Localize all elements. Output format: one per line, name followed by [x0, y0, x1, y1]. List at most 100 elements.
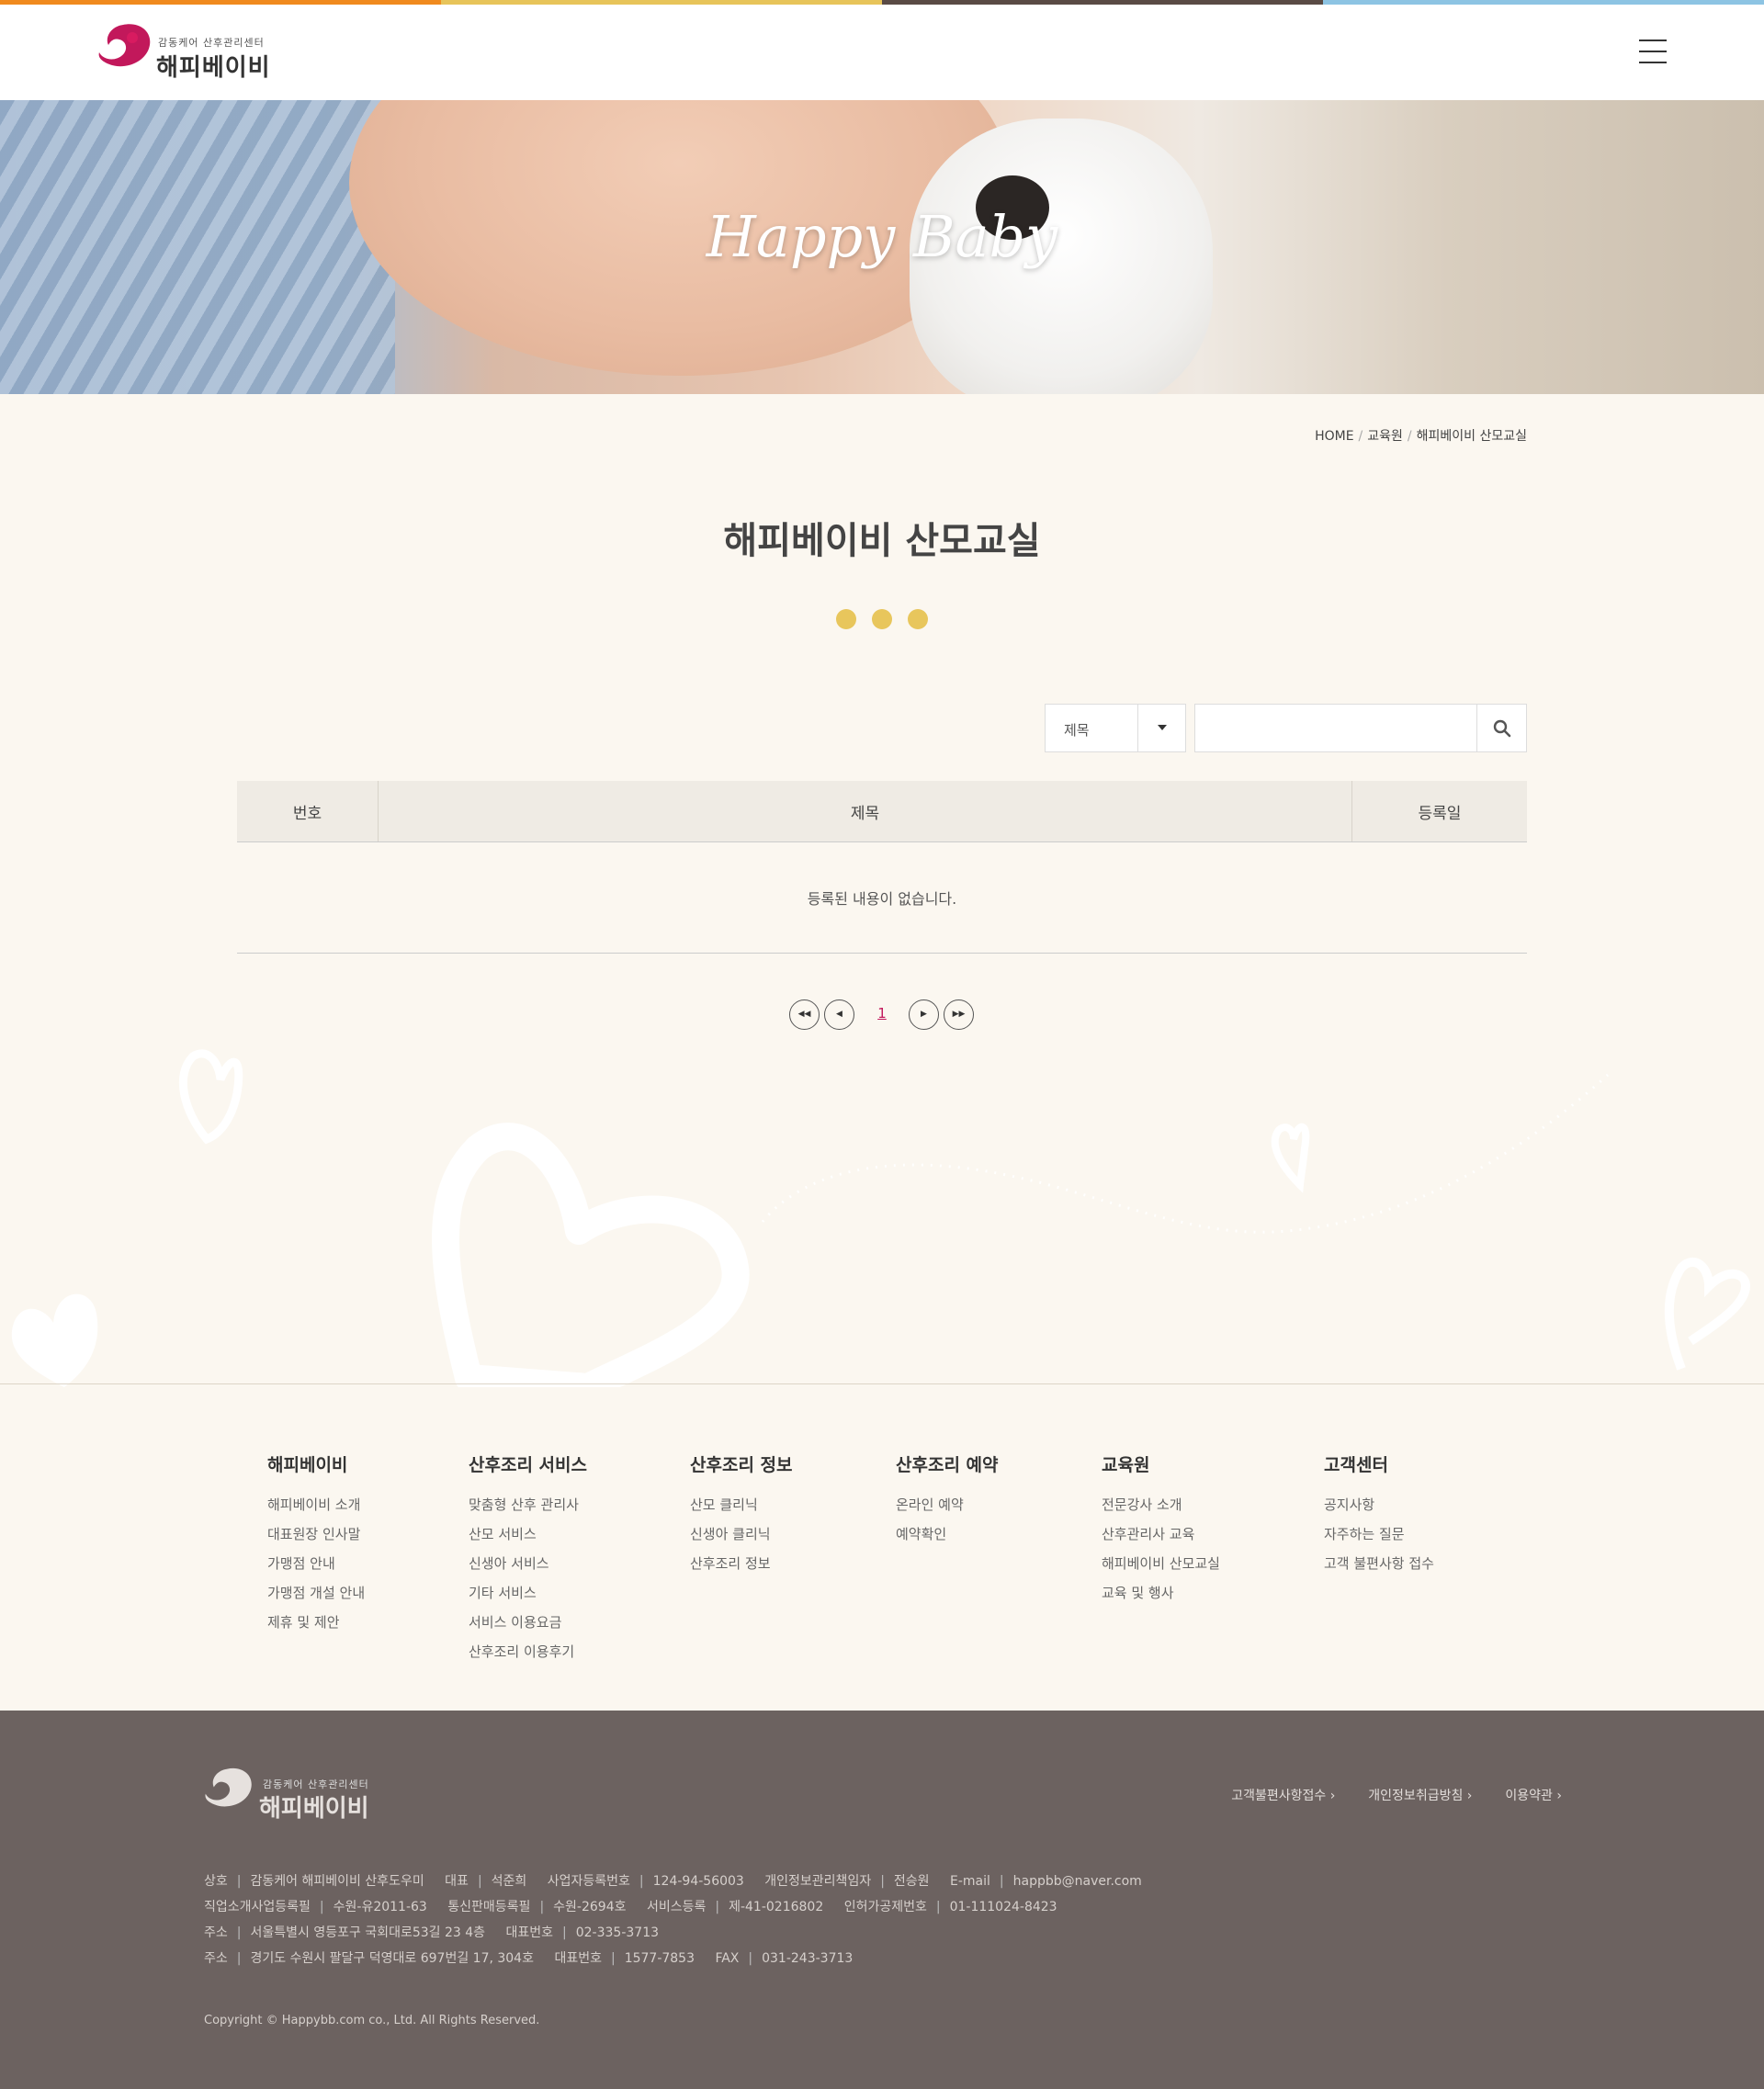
info-key: 개인정보관리책임자 — [764, 1874, 872, 1889]
logo-mark-icon — [205, 1767, 252, 1807]
search-icon — [1493, 719, 1511, 738]
privacy-policy-link-label: 개인정보취급방침 — [1368, 1789, 1464, 1803]
footer-nav-link[interactable]: 예약확인 — [896, 1524, 999, 1543]
info-value: 1577-7853 — [624, 1951, 695, 1966]
hamburger-icon-bar — [1639, 62, 1667, 63]
footer-nav-link[interactable]: 산후관리사 교육 — [1102, 1524, 1220, 1543]
next-page-button[interactable]: ▶ — [909, 999, 939, 1030]
info-key: 주소 — [204, 1951, 228, 1966]
info-key: 주소 — [204, 1925, 228, 1940]
info-key: 대표번호 — [505, 1925, 554, 1940]
small-heart-icon — [178, 1049, 243, 1145]
footer-nav-link[interactable]: 가맹점 개설 안내 — [267, 1583, 365, 1602]
footer-nav-heading[interactable]: 해피베이비 — [267, 1451, 365, 1476]
complaint-link[interactable]: 고객불편사항접수 › — [1231, 1786, 1335, 1804]
company-info-row: 주소 | 경기도 수원시 팔달구 덕영대로 697번길 17, 304호 대표번호 |… — [204, 1951, 854, 1966]
footer-nav-link[interactable]: 산모 클리닉 — [690, 1495, 793, 1514]
breadcrumb-current: 해피베이비 산모교실 — [1416, 429, 1527, 444]
logo-title: 해피베이비 — [156, 54, 271, 82]
info-key: 대표번호 — [554, 1951, 602, 1966]
footer-nav-link[interactable]: 해피베이비 산모교실 — [1102, 1553, 1220, 1573]
page-number-current[interactable]: 1 — [873, 1005, 891, 1022]
footer-nav-heading[interactable]: 산후조리 정보 — [690, 1451, 793, 1476]
footer-nav-heading[interactable]: 고객센터 — [1324, 1451, 1434, 1476]
info-key: 사업자등록번호 — [547, 1874, 630, 1889]
info-key: 상호 — [204, 1874, 228, 1889]
site-footer: 감동케어 산후관리센터 해피베이비 고객불편사항접수 › 개인정보취급방침 › … — [0, 1711, 1764, 2089]
hero-title: Happy Baby — [706, 203, 1058, 270]
info-value: 수원-2694호 — [553, 1900, 627, 1914]
menu-button[interactable] — [1639, 40, 1667, 67]
info-value: 01-111024-8423 — [949, 1900, 1057, 1914]
footer-nav-link[interactable]: 교육 및 행사 — [1102, 1583, 1220, 1602]
terms-link[interactable]: 이용약관 › — [1505, 1786, 1562, 1804]
decoration-dot — [872, 609, 892, 629]
footer-nav-link[interactable]: 고객 불편사항 접수 — [1324, 1553, 1434, 1573]
privacy-policy-link[interactable]: 개인정보취급방침 › — [1368, 1786, 1472, 1804]
decoration-dot — [836, 609, 856, 629]
footer-nav-link[interactable]: 공지사항 — [1324, 1495, 1434, 1514]
breadcrumb-home[interactable]: HOME — [1315, 429, 1353, 444]
footer-nav-link[interactable]: 산후조리 정보 — [690, 1553, 793, 1573]
small-heart-icon — [1271, 1123, 1310, 1193]
footer-nav-column: 교육원 전문강사 소개 산후관리사 교육 해피베이비 산모교실 교육 및 행사 — [1102, 1451, 1220, 1612]
footer-nav-link[interactable]: 가맹점 안내 — [267, 1553, 365, 1573]
footer-nav-link[interactable]: 기타 서비스 — [469, 1583, 587, 1602]
footer-nav-heading[interactable]: 산후조리 서비스 — [469, 1451, 587, 1476]
info-value: 경기도 수원시 팔달구 덕영대로 697번길 17, 304호 — [250, 1951, 534, 1966]
company-info-row: 주소 | 서울특별시 영등포구 국회대로53길 23 4층 대표번호 | 02-335-… — [204, 1925, 660, 1940]
footer-nav-link[interactable]: 신생아 서비스 — [469, 1553, 587, 1573]
caret-down-icon — [1158, 725, 1167, 730]
search-field-select[interactable]: 제목 — [1045, 704, 1186, 752]
board-table: 번호 제목 등록일 등록된 내용이 없습니다. — [237, 781, 1527, 954]
hero-banner: Happy Baby — [0, 100, 1764, 394]
footer-nav-link[interactable]: 제휴 및 제안 — [267, 1612, 365, 1632]
empty-message: 등록된 내용이 없습니다. — [237, 842, 1527, 954]
heart-decorations — [11, 1049, 1751, 1387]
column-header-number: 번호 — [237, 781, 379, 841]
footer-nav-link[interactable]: 신생아 클리닉 — [690, 1524, 793, 1543]
info-value: 서울특별시 영등포구 국회대로53길 23 4층 — [250, 1925, 486, 1940]
footer-nav-column: 산후조리 서비스 맞춤형 산후 관리사 산모 서비스 신생아 서비스 기타 서비… — [469, 1451, 587, 1671]
complaint-link-label: 고객불편사항접수 — [1231, 1789, 1327, 1803]
info-key: E-mail — [950, 1874, 990, 1889]
footer-nav-link[interactable]: 서비스 이용요금 — [469, 1612, 587, 1632]
info-value: 석준희 — [491, 1874, 527, 1889]
logo-subtitle: 감동케어 산후관리센터 — [158, 37, 265, 49]
search-field-select-value: 제목 — [1064, 722, 1090, 739]
email-value[interactable]: happbb@naver.com — [1013, 1874, 1142, 1889]
footer-nav-column: 산후조리 정보 산모 클리닉 신생아 클리닉 산후조리 정보 — [690, 1451, 793, 1583]
search-input[interactable] — [1194, 704, 1477, 752]
footer-nav-link[interactable]: 전문강사 소개 — [1102, 1495, 1220, 1514]
footer-nav-heading[interactable]: 산후조리 예약 — [896, 1451, 999, 1476]
site-header: 감동케어 산후관리센터 해피베이비 — [0, 5, 1764, 100]
breadcrumb-education[interactable]: 교육원 — [1367, 429, 1403, 444]
first-page-button[interactable]: ◀◀ — [789, 999, 820, 1030]
hamburger-icon-bar — [1639, 51, 1667, 52]
select-caret-box — [1137, 705, 1185, 751]
logo-mark-icon — [98, 24, 151, 67]
footer-nav-link[interactable]: 자주하는 질문 — [1324, 1524, 1434, 1543]
footer-nav-heading[interactable]: 교육원 — [1102, 1451, 1220, 1476]
footer-nav-column: 산후조리 예약 온라인 예약 예약확인 — [896, 1451, 999, 1553]
prev-page-button[interactable]: ◀ — [824, 999, 854, 1030]
info-key: 인허가공제번호 — [843, 1900, 927, 1914]
search-button[interactable] — [1476, 704, 1527, 752]
last-page-button[interactable]: ▶▶ — [944, 999, 974, 1030]
column-header-date: 등록일 — [1418, 804, 1462, 823]
copyright: Copyright © Happybb.com co., Ltd. All Ri… — [204, 2014, 540, 2027]
site-logo[interactable]: 감동케어 산후관리센터 해피베이비 — [96, 21, 288, 82]
outline-heart-icon — [1664, 1258, 1751, 1371]
footer-nav-link[interactable]: 산후조리 이용후기 — [469, 1642, 587, 1661]
hamburger-icon-bar — [1639, 40, 1667, 41]
info-key: 통신판매등록필 — [447, 1900, 531, 1914]
footer-nav-link[interactable]: 해피베이비 소개 — [267, 1495, 365, 1514]
table-header-row: 번호 제목 등록일 — [237, 781, 1527, 842]
footer-nav-link[interactable]: 대표원장 인사말 — [267, 1524, 365, 1543]
terms-link-label: 이용약관 — [1505, 1789, 1553, 1803]
footer-nav-link[interactable]: 온라인 예약 — [896, 1495, 999, 1514]
info-key: 서비스등록 — [646, 1900, 707, 1914]
footer-nav-link[interactable]: 산모 서비스 — [469, 1524, 587, 1543]
footer-nav-link[interactable]: 맞춤형 산후 관리사 — [469, 1495, 587, 1514]
footer-logo[interactable]: 감동케어 산후관리센터 해피베이비 — [202, 1766, 386, 1823]
